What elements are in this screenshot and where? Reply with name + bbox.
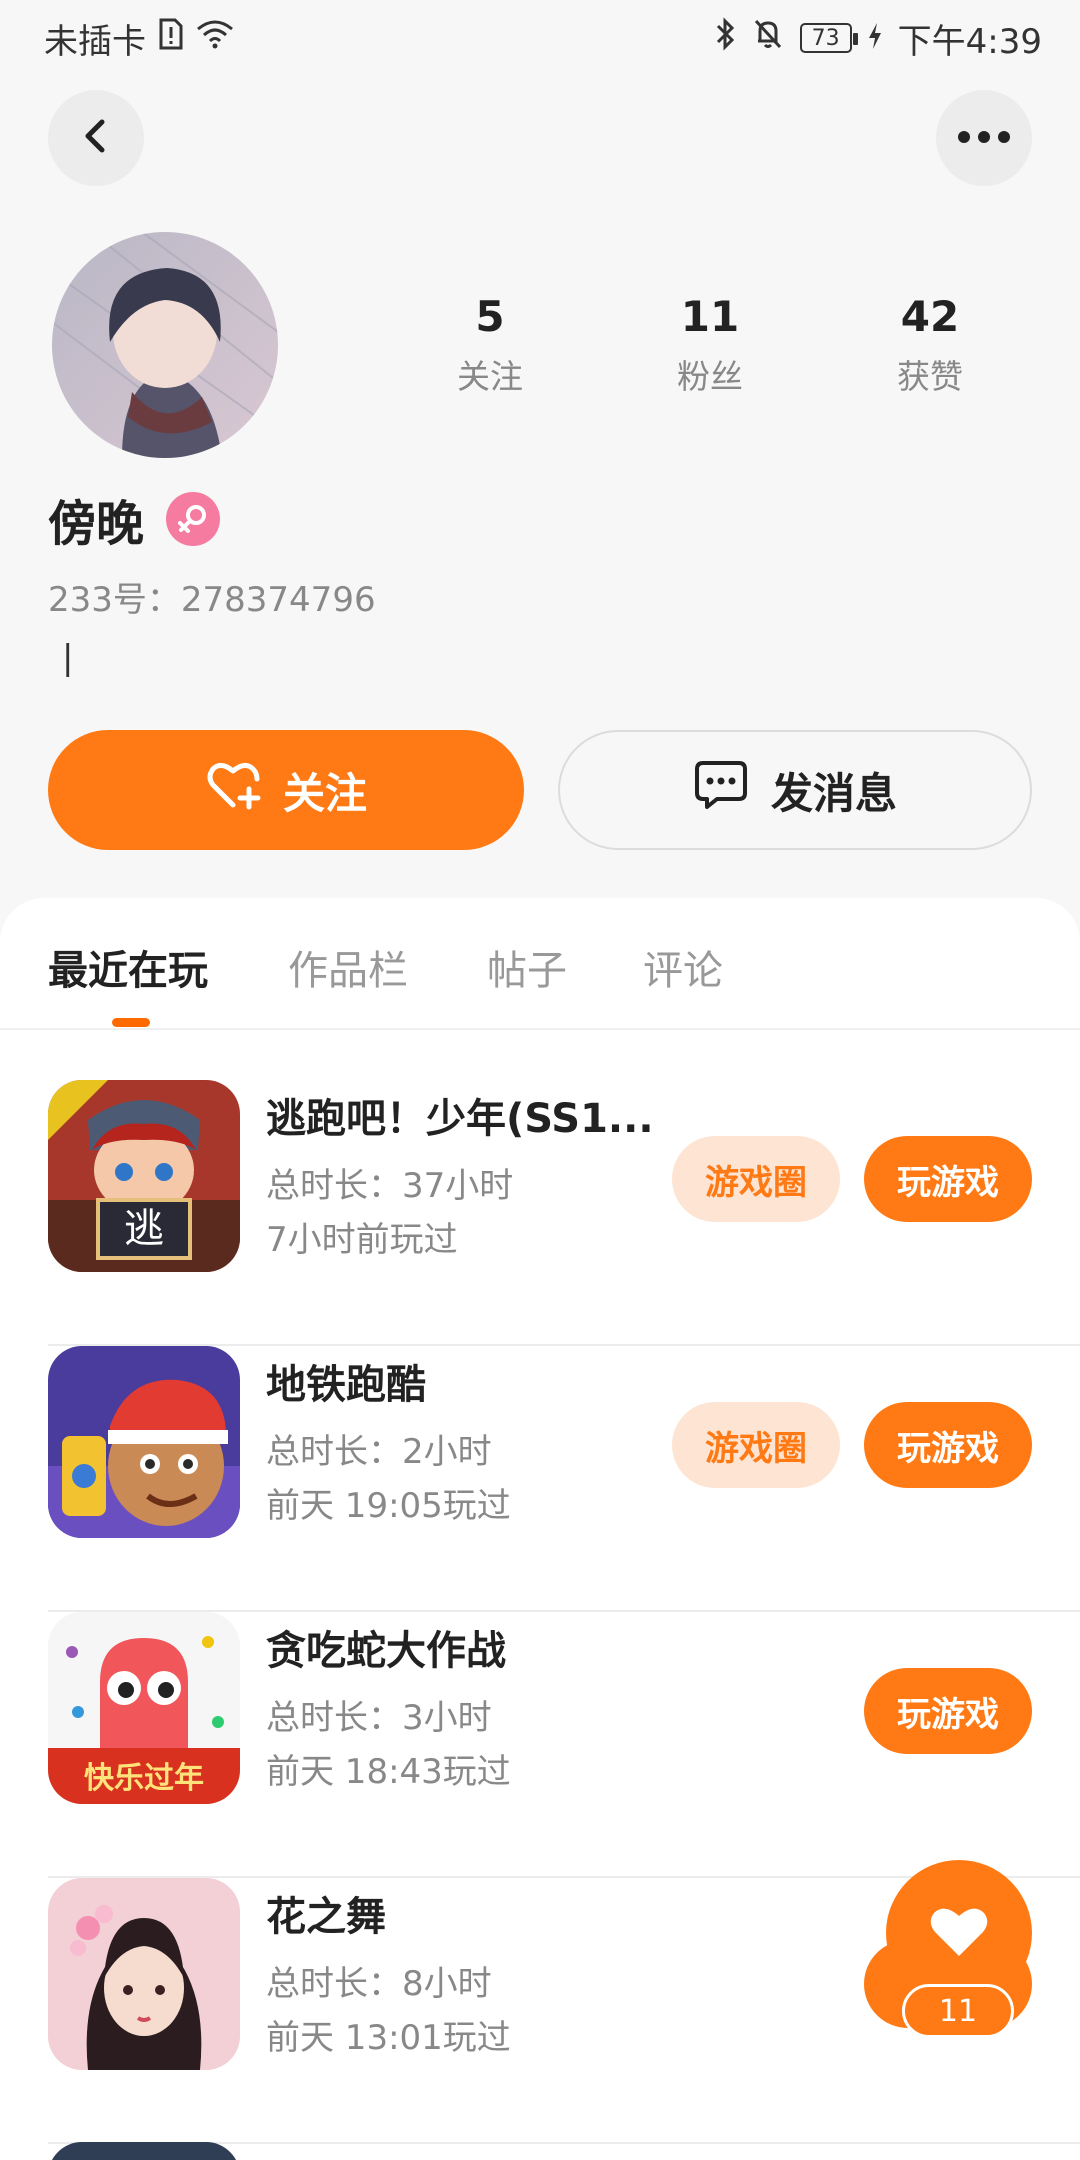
game-duration: 总时长：8小时 bbox=[266, 1964, 492, 2004]
sim-alert-icon bbox=[158, 18, 184, 59]
carrier-text: 未插卡 bbox=[44, 21, 146, 62]
game-icon-snake[interactable]: 快乐过年 bbox=[48, 1612, 240, 1804]
game-duration: 总时长：3小时 bbox=[266, 1698, 492, 1738]
like-count: 11 bbox=[902, 1984, 1014, 2038]
profile-tabs: 最近在玩 作品栏 帖子 评论 bbox=[0, 898, 1080, 1030]
more-options-button[interactable] bbox=[936, 90, 1032, 186]
stat-value: 5 bbox=[475, 292, 505, 341]
svg-text:逃: 逃 bbox=[124, 1206, 164, 1252]
user-id: 233号：278374796 bbox=[48, 580, 376, 620]
user-bio: | bbox=[62, 638, 74, 678]
tab-indicator bbox=[112, 1018, 150, 1027]
status-bar: 未插卡 73 下午4:39 bbox=[0, 0, 1080, 76]
message-label: 发消息 bbox=[770, 768, 897, 818]
stat-following[interactable]: 5 关注 bbox=[380, 290, 600, 398]
battery-indicator: 73 bbox=[799, 23, 858, 53]
wifi-icon bbox=[196, 18, 234, 58]
game-circle-button[interactable]: 游戏圈 bbox=[672, 1402, 840, 1488]
profile-stats: 5 关注 11 粉丝 42 获赞 bbox=[380, 290, 1040, 398]
game-circle-button[interactable]: 游戏圈 bbox=[672, 1136, 840, 1222]
tab-recent-played[interactable]: 最近在玩 bbox=[48, 938, 208, 996]
play-game-button[interactable]: 玩游戏 bbox=[864, 1402, 1032, 1488]
play-game-button[interactable]: 玩游戏 bbox=[864, 1668, 1032, 1754]
tab-comments[interactable]: 评论 bbox=[643, 938, 723, 996]
game-last-played: 前天 19:05玩过 bbox=[266, 1486, 511, 1526]
game-icon-flower-dance[interactable] bbox=[48, 1878, 240, 2070]
bluetooth-icon bbox=[714, 16, 736, 60]
stat-value: 42 bbox=[900, 292, 960, 341]
status-left: 未插卡 bbox=[44, 14, 234, 63]
game-row[interactable]: 地铁跑酷 总时长：2小时 前天 19:05玩过 游戏圈 玩游戏 bbox=[48, 1346, 1080, 1612]
game-title: 地铁跑酷 bbox=[266, 1362, 426, 1408]
play-game-button[interactable]: 玩游戏 bbox=[864, 1136, 1032, 1222]
tab-posts[interactable]: 帖子 bbox=[487, 938, 567, 996]
more-dots-icon bbox=[956, 129, 1012, 148]
stat-label: 关注 bbox=[457, 357, 523, 396]
game-last-played: 7小时前玩过 bbox=[266, 1220, 458, 1260]
nickname: 傍晚 bbox=[48, 496, 145, 552]
follow-label: 关注 bbox=[282, 768, 367, 818]
floating-like-button[interactable]: 11 bbox=[862, 1860, 1072, 2050]
game-title: 花之舞 bbox=[266, 1894, 386, 1940]
game-row[interactable]: 快乐过年 贪吃蛇大作战 总时长：3小时 前天 18:43玩过 玩游戏 bbox=[48, 1612, 1080, 1878]
game-icon-subway-surfers[interactable] bbox=[48, 1346, 240, 1538]
charging-icon bbox=[868, 18, 882, 58]
game-icon-next[interactable] bbox=[48, 2142, 240, 2160]
stat-fans[interactable]: 11 粉丝 bbox=[600, 290, 820, 398]
svg-text:快乐过年: 快乐过年 bbox=[84, 1761, 204, 1796]
chat-bubble-icon bbox=[693, 759, 749, 821]
heart-plus-icon bbox=[205, 759, 261, 821]
game-duration: 总时长：37小时 bbox=[266, 1166, 514, 1206]
follow-button[interactable]: 关注 bbox=[48, 730, 524, 850]
stat-likes[interactable]: 42 获赞 bbox=[820, 290, 1040, 398]
send-message-button[interactable]: 发消息 bbox=[558, 730, 1032, 850]
profile-name-row: 傍晚 bbox=[48, 484, 221, 554]
game-last-played: 前天 18:43玩过 bbox=[266, 1752, 511, 1792]
game-title: 逃跑吧！少年(SS1... bbox=[266, 1096, 654, 1142]
stat-label: 获赞 bbox=[897, 357, 963, 396]
back-button[interactable] bbox=[48, 90, 144, 186]
game-row[interactable]: 逃 逃跑吧！少年(SS1... 总时长：37小时 7小时前玩过 游戏圈 玩游戏 bbox=[48, 1080, 1080, 1346]
mute-bell-icon bbox=[752, 17, 784, 60]
status-time: 下午4:39 bbox=[897, 21, 1042, 62]
avatar[interactable] bbox=[52, 232, 278, 458]
chevron-left-icon bbox=[76, 116, 116, 160]
heart-icon bbox=[927, 1902, 991, 1964]
game-last-played: 前天 13:01玩过 bbox=[266, 2018, 511, 2058]
stat-value: 11 bbox=[680, 292, 740, 341]
game-title: 贪吃蛇大作战 bbox=[266, 1628, 506, 1674]
female-gender-icon bbox=[166, 492, 221, 546]
game-icon-escape[interactable]: 逃 bbox=[48, 1080, 240, 1272]
stat-label: 粉丝 bbox=[677, 357, 743, 396]
tab-works[interactable]: 作品栏 bbox=[288, 938, 408, 996]
status-right: 73 下午4:39 bbox=[714, 14, 1042, 63]
game-duration: 总时长：2小时 bbox=[266, 1432, 492, 1472]
